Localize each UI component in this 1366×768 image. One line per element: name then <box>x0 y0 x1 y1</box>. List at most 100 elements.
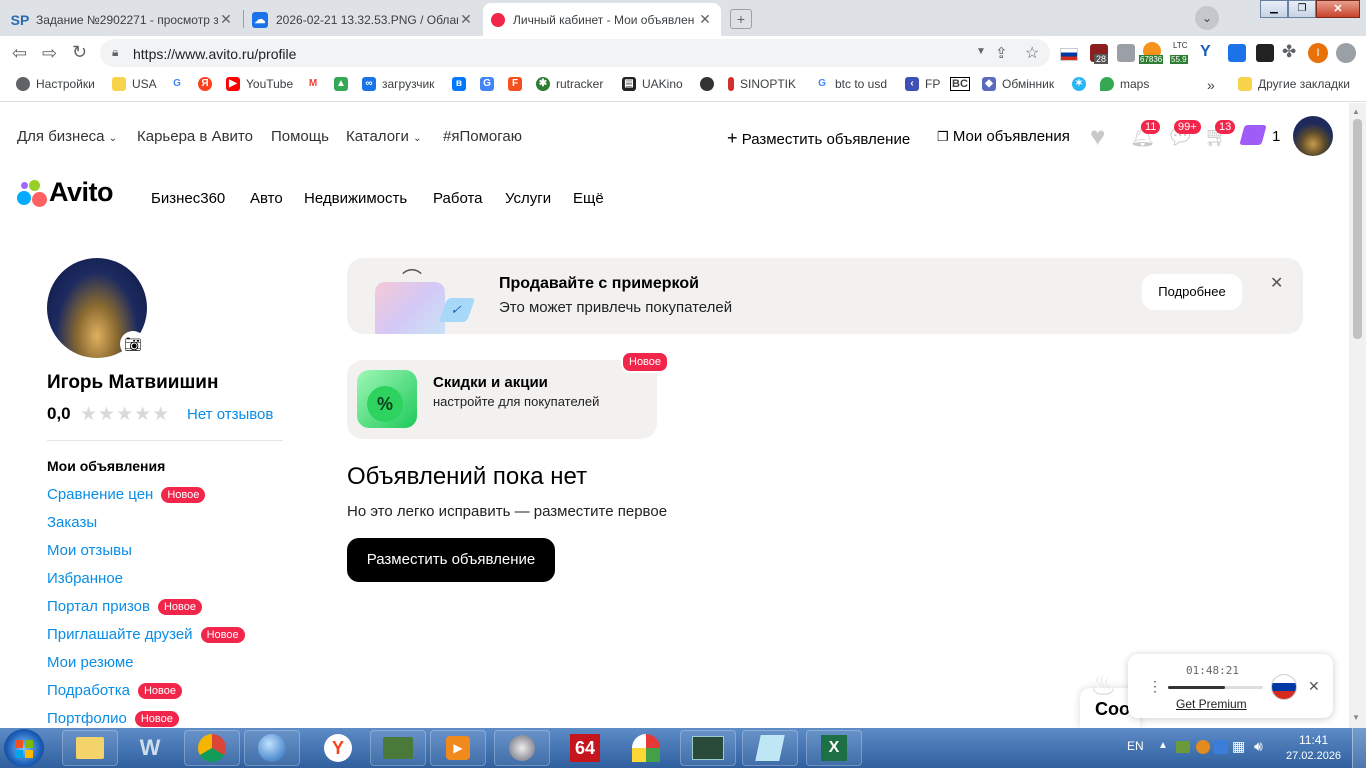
extensions-puzzle-icon[interactable]: ✤ <box>1282 42 1296 62</box>
camera-icon[interactable]: 📷︎ <box>120 331 146 357</box>
volume-icon[interactable]: 🔊︎ <box>1254 738 1263 755</box>
reload-icon[interactable]: ↻ <box>72 42 87 63</box>
catalogs-menu[interactable]: Каталоги ⌄ <box>346 128 421 145</box>
reviews-link[interactable]: Нет отзывов <box>187 406 273 423</box>
banner-more-button[interactable]: Подробнее <box>1142 274 1242 310</box>
close-tab-icon[interactable]: ✕ <box>218 11 234 28</box>
my-ads-header-link[interactable]: ❐ Мои объявления <box>937 128 1070 145</box>
tab-search-icon[interactable]: ⌄ <box>1195 6 1219 30</box>
avito-logo[interactable]: Avito <box>49 177 114 208</box>
discounts-card[interactable]: % Скидки и акции настройте для покупател… <box>347 360 657 439</box>
sidebar-item-prize-portal[interactable]: Портал призов Новое <box>47 598 202 615</box>
page-scrollbar[interactable]: ▲ ▼ <box>1349 103 1366 728</box>
bookmark-star[interactable]: ✶ <box>1072 77 1092 91</box>
career-link[interactable]: Карьера в Авито <box>137 128 253 145</box>
favorites-heart-icon[interactable]: ♥ <box>1090 121 1105 152</box>
taskbar-notepad-app[interactable] <box>742 730 798 766</box>
maximize-button[interactable]: ❐ <box>1288 0 1316 18</box>
tray-app-icon[interactable] <box>1176 741 1190 753</box>
russia-flag-icon[interactable] <box>1271 674 1297 700</box>
bookmark-rutracker[interactable]: ✱ rutracker <box>536 77 603 91</box>
bookmark-bc[interactable]: BC <box>950 77 970 91</box>
sidebar-item-my-reviews[interactable]: Мои отзывы <box>47 542 132 559</box>
minimize-button[interactable]: ▁ <box>1260 0 1288 18</box>
bonus-ticket-icon[interactable] <box>1239 125 1267 145</box>
bookmark-exchanger[interactable]: ◆ Обмінник <box>982 77 1054 91</box>
browser-tab-cloud[interactable]: ☁ 2026-02-21 13.32.53.PNG / Облак ✕ <box>244 3 482 36</box>
nav-more[interactable]: Ещё <box>573 190 604 207</box>
lock-icon[interactable]: 🔒︎ <box>112 45 118 60</box>
show-desktop-button[interactable] <box>1352 728 1366 768</box>
ya-pomogayu-link[interactable]: #яПомогаю <box>443 128 522 145</box>
bookmark-google[interactable]: G <box>170 77 190 91</box>
nav-auto[interactable]: Авто <box>250 190 283 207</box>
briefcase-extension-icon[interactable] <box>1117 44 1135 62</box>
bookmark-maps[interactable]: maps <box>1100 77 1149 91</box>
scroll-down-icon[interactable]: ▼ <box>1352 713 1360 722</box>
player-close-icon[interactable]: ✕ <box>1308 678 1320 695</box>
close-window-button[interactable]: ✕ <box>1316 0 1360 18</box>
avito-logo-dots-icon[interactable] <box>17 180 47 208</box>
bookmark-vk[interactable]: в <box>452 77 472 91</box>
taskbar-app-green[interactable] <box>370 730 426 766</box>
taskbar-clock-date[interactable]: 27.02.2026 <box>1286 750 1341 762</box>
close-tab-icon[interactable]: ✕ <box>697 11 713 28</box>
new-tab-button[interactable]: + <box>730 9 752 29</box>
scroll-up-icon[interactable]: ▲ <box>1352 107 1360 116</box>
network-icon[interactable]: ▦ <box>1232 738 1245 755</box>
bookmark-usa[interactable]: USA <box>112 77 157 91</box>
url-dropdown-icon[interactable]: ▼ <box>976 46 986 57</box>
bookmark-drive[interactable]: ▲ <box>334 77 354 91</box>
scrollbar-thumb[interactable] <box>1353 119 1362 339</box>
player-menu-icon[interactable]: ⋮ <box>1148 678 1162 695</box>
back-icon[interactable]: ⇦ <box>12 43 27 64</box>
taskbar-explorer[interactable] <box>62 730 118 766</box>
banner-close-icon[interactable]: ✕ <box>1270 273 1283 293</box>
browser-menu-icon[interactable] <box>1336 43 1356 63</box>
share-icon[interactable]: ⇪ <box>995 44 1008 62</box>
taskbar-terminal-app[interactable] <box>680 730 736 766</box>
url-text[interactable]: https://www.avito.ru/profile <box>133 46 296 62</box>
bookmark-sinoptik[interactable]: SINOPTIK <box>728 77 796 91</box>
nav-realty[interactable]: Недвижимость <box>304 190 407 207</box>
bookmark-btc-usd[interactable]: Gbtc to usd <box>815 77 887 91</box>
sidebar-item-orders[interactable]: Заказы <box>47 514 97 531</box>
taskbar-globe-app[interactable] <box>244 730 300 766</box>
forward-icon[interactable]: ⇨ <box>42 43 57 64</box>
sidebar-item-resumes[interactable]: Мои резюме <box>47 654 134 671</box>
nav-jobs[interactable]: Работа <box>433 190 483 207</box>
taskbar-yandex[interactable]: Y <box>310 730 366 766</box>
bookmark-translate[interactable]: G <box>480 77 500 91</box>
address-bar[interactable]: 🔒︎ https://www.avito.ru/profile ▼ ⇪ ☆ <box>100 39 1050 67</box>
sidebar-item-side-jobs[interactable]: Подработка Новое <box>47 682 182 699</box>
bookmark-settings[interactable]: Настройки <box>16 77 95 91</box>
user-avatar[interactable] <box>1293 116 1333 156</box>
bookmark-gmail[interactable]: M <box>306 77 326 91</box>
taskbar-aida64[interactable]: 64 <box>557 730 613 766</box>
sidebar-item-invite-friends[interactable]: Приглашайте друзей Новое <box>47 626 245 643</box>
flag-extension-icon[interactable] <box>1060 48 1078 61</box>
nav-services[interactable]: Услуги <box>505 190 551 207</box>
taskbar-chrome[interactable] <box>184 730 240 766</box>
close-tab-icon[interactable]: ✕ <box>458 11 474 28</box>
get-premium-link[interactable]: Get Premium <box>1176 697 1247 711</box>
nav-business360[interactable]: Бизнес360 <box>151 190 225 207</box>
language-indicator[interactable]: EN <box>1127 739 1144 753</box>
taskbar-excel[interactable]: X <box>806 730 862 766</box>
bookmark-star-icon[interactable]: ☆ <box>1025 43 1039 63</box>
for-business-menu[interactable]: Для бизнеса ⌄ <box>17 128 117 145</box>
bookmark-downloader[interactable]: ∞ загрузчик <box>362 77 434 91</box>
bookmark-silhouette[interactable] <box>700 77 720 91</box>
player-progress-track[interactable] <box>1168 686 1263 689</box>
sidebar-item-portfolio[interactable]: Портфолио Новое <box>47 710 179 727</box>
start-button[interactable] <box>4 729 44 767</box>
bookmarks-more-button[interactable]: » <box>1207 77 1215 93</box>
post-ad-header-link[interactable]: + Разместить объявление <box>727 128 910 149</box>
profile-avatar-icon[interactable]: I <box>1308 43 1328 63</box>
bookmark-uakino[interactable]: ▤ UAKino <box>622 77 683 91</box>
post-ad-button[interactable]: Разместить объявление <box>347 538 555 582</box>
tray-app-icon[interactable] <box>1214 740 1228 754</box>
taskbar-clock-time[interactable]: 11:41 <box>1299 733 1328 747</box>
tray-expand-icon[interactable]: ▲ <box>1158 740 1168 751</box>
download-extension-icon[interactable] <box>1228 44 1246 62</box>
